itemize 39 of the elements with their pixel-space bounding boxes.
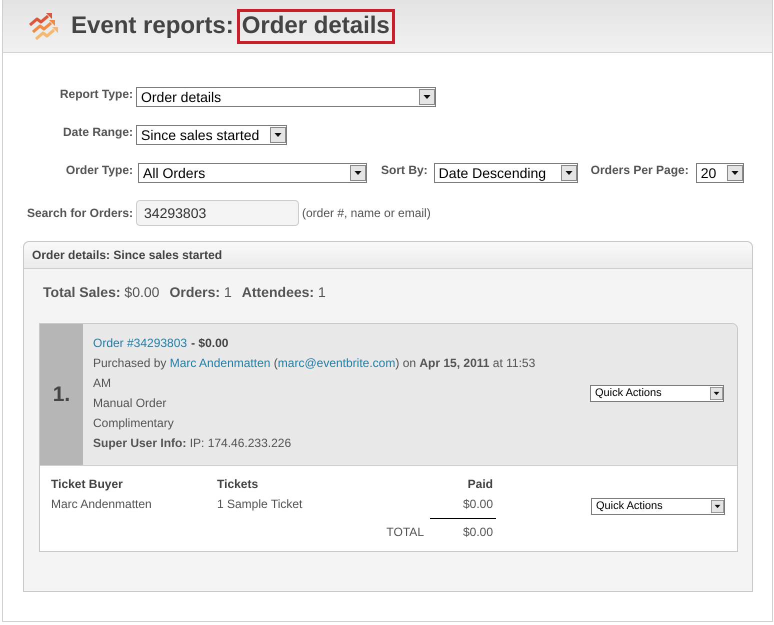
field-label: Report Type: (58, 87, 133, 101)
date-range-select[interactable]: Since sales started (136, 125, 287, 145)
total-label: TOTAL (385, 524, 425, 540)
column-header: Ticket Buyer (51, 476, 124, 493)
table-cell-text: 1 Sample Ticket (217, 496, 304, 513)
search-field[interactable]: 34293803 (136, 200, 299, 226)
page-subtitle: Order details (236, 8, 395, 44)
purchase-info-text: Purchased by Marc Andenmatten (marc@eventbrite.com) on Apr 15, 2011 at 11:53 AM (93, 355, 536, 392)
quick-actions-select[interactable]: Quick Actions (590, 384, 724, 402)
sort-by-select[interactable]: Date Descending (434, 163, 578, 183)
buyer-email-link[interactable]: marc@eventbrite.com (278, 356, 396, 370)
field-label: Date Range: (62, 125, 133, 139)
total-value: $0.00 (430, 518, 496, 540)
quick-actions-select[interactable]: Quick Actions (591, 498, 725, 515)
buyer-name-link[interactable]: Marc Andenmatten (170, 356, 270, 370)
table-cell-text: Marc Andenmatten (51, 496, 153, 513)
report-type-select[interactable]: Order details (136, 87, 436, 107)
field-label: Orders Per Page: (590, 163, 689, 177)
column-header: Tickets (217, 476, 260, 493)
orders-per-page-select[interactable]: 20 (696, 163, 744, 183)
column-header: Paid (466, 476, 494, 493)
field-label: Search for Orders: (26, 206, 133, 220)
summary-stat: Total Sales: $0.00 (43, 284, 160, 300)
table-cell-text: $0.00 (462, 496, 494, 513)
field-label: Sort By: (381, 163, 428, 177)
field-label: Order Type: (64, 163, 133, 177)
order-type-select[interactable]: All Orders (138, 163, 367, 183)
panel-title: Order details: Since sales started (24, 242, 752, 269)
order-link[interactable]: Order #34293803 (93, 333, 188, 353)
page-title: Event reports: (71, 14, 234, 38)
order-detail-text: Super User Info: IP: 174.46.233.226 (93, 435, 292, 452)
search-hint: (order #, name or email) (302, 206, 431, 220)
order-number: 1. (52, 384, 70, 405)
order-detail-text: Manual Order (93, 395, 168, 412)
order-detail-text: Complimentary (93, 415, 175, 432)
summary-stat: Orders: 1 (169, 284, 232, 300)
order-amount: - $0.00 (191, 335, 228, 352)
trend-arrows-icon (28, 12, 60, 40)
summary-stat: Attendees: 1 (242, 284, 326, 300)
